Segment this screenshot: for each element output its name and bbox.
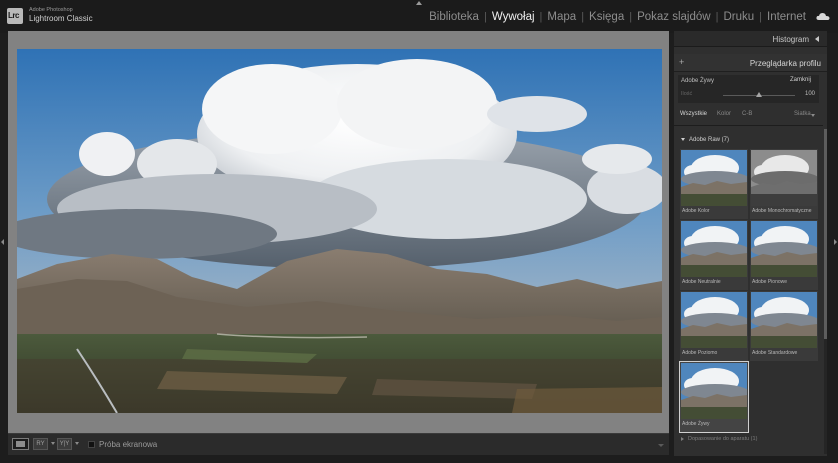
module-internet[interactable]: Internet [767,11,806,23]
profile-thumbnail[interactable]: Adobe Monochromatyczne [750,149,818,219]
module-separator: | [581,11,585,23]
right-panel: Histogram + Przeglądarka profilu Adobe Ż… [674,31,827,456]
module-separator: | [483,11,487,23]
collapse-right-panel-icon[interactable] [833,238,838,246]
filter-all[interactable]: Wszystkie [680,111,707,117]
profile-browser-header: + Przeglądarka profilu [674,54,827,72]
profile-browser-title: Przeglądarka profilu [749,59,821,68]
module-wywolaj[interactable]: Wywołaj [492,11,535,23]
profile-preview-image [751,292,817,348]
profile-thumbnail-label: Adobe Żywy [682,421,710,427]
top-bar: Lrc Adobe Photoshop Lightroom Classic Bi… [0,0,838,33]
chevron-down-icon[interactable] [75,442,79,445]
main-photo[interactable] [17,49,662,413]
profile-thumbnail-label: Adobe Kolor [682,208,710,214]
cloud-icon[interactable] [816,12,830,21]
module-separator: | [759,11,762,23]
logo-text: Lrc [8,11,19,20]
bottom-toolbar: RY Y|Y Próba ekranowa [8,433,669,455]
profile-preview-image [681,363,747,419]
module-separator: | [539,11,543,23]
profile-thumbnail[interactable]: Adobe Poziomo [680,291,748,361]
panel-scrollbar-thumb[interactable] [824,129,827,339]
profile-thumbnail[interactable]: Adobe Neutralnie [680,220,748,290]
profile-thumbnail-label: Adobe Pionowe [752,279,788,285]
module-picker: Biblioteka | Wywołaj | Mapa | Księga | P… [429,11,806,23]
profile-thumbnail[interactable]: Adobe Żywy [679,361,749,433]
loupe-view-button[interactable] [12,438,29,450]
before-after-button[interactable]: RY [33,438,48,450]
histogram-header[interactable]: Histogram [674,31,827,47]
brand-title: Lightroom Classic [29,14,93,23]
amount-label: Ilość [681,91,693,97]
disclosure-triangle-icon [681,137,685,141]
profile-thumbnail-label: Adobe Poziomo [682,350,718,356]
amount-value[interactable]: 100 [805,91,815,97]
soft-proof-label: Próba ekranowa [99,440,158,449]
profile-thumbnail[interactable]: Adobe Kolor [680,149,748,219]
module-separator: | [629,11,633,23]
profile-preview-image [681,221,747,277]
profile-preview-image [681,150,747,206]
profile-thumbnail-label: Adobe Monochromatyczne [752,208,812,214]
profile-preview-image [751,221,817,277]
profile-preview-image [751,150,817,206]
chevron-down-icon[interactable] [811,114,815,117]
collapse-left-panel-icon[interactable] [0,238,5,246]
collapse-top-panel-icon[interactable] [414,0,424,6]
module-mapa[interactable]: Mapa [547,11,576,23]
profile-filters: Wszystkie Kolor C-B Siatka [674,108,827,122]
profile-preview-image [681,292,747,348]
profile-amount-box: Adobe Żywy Zamknij Ilość 100 [678,75,819,103]
disclosure-triangle-icon [681,436,684,441]
expand-triangle-icon[interactable] [815,36,819,42]
profile-thumbnail-label: Adobe Standardowe [752,350,798,356]
divider [674,125,823,126]
current-profile-name: Adobe Żywy [681,78,715,84]
lightroom-logo: Lrc [7,8,23,24]
before-after-split-button[interactable]: Y|Y [57,438,72,450]
chevron-down-icon[interactable] [51,442,55,445]
plus-icon[interactable]: + [679,57,684,67]
module-separator: | [715,11,719,23]
profile-thumbnail[interactable]: Adobe Standardowe [750,291,818,361]
profile-thumbnail-label: Adobe Neutralnie [682,279,721,285]
brand-subtitle: Adobe Photoshop [29,7,73,13]
view-mode-select[interactable]: Siatka [794,111,811,117]
close-button[interactable]: Zamknij [790,77,811,83]
soft-proof-checkbox[interactable] [88,441,95,448]
module-pokaz-slajdow[interactable]: Pokaz slajdów [637,11,711,23]
module-biblioteka[interactable]: Biblioteka [429,11,479,23]
module-druku[interactable]: Druku [723,11,754,23]
module-ksiega[interactable]: Księga [589,11,624,23]
camera-matching-group-label: Dopasowanie do aparatu (1) [688,436,758,442]
profile-group-header[interactable]: Adobe Raw (7) [681,137,729,143]
camera-matching-group-header[interactable]: Dopasowanie do aparatu (1) [681,436,757,442]
filter-color[interactable]: Kolor [717,111,731,117]
profile-group-label: Adobe Raw (7) [689,137,730,143]
filter-bw[interactable]: C-B [742,111,752,117]
amount-slider-knob[interactable] [756,92,762,97]
histogram-title: Histogram [772,35,809,44]
profile-thumbnail[interactable]: Adobe Pionowe [750,220,818,290]
toolbar-menu-icon[interactable] [657,443,665,447]
photo-canvas [8,31,669,433]
